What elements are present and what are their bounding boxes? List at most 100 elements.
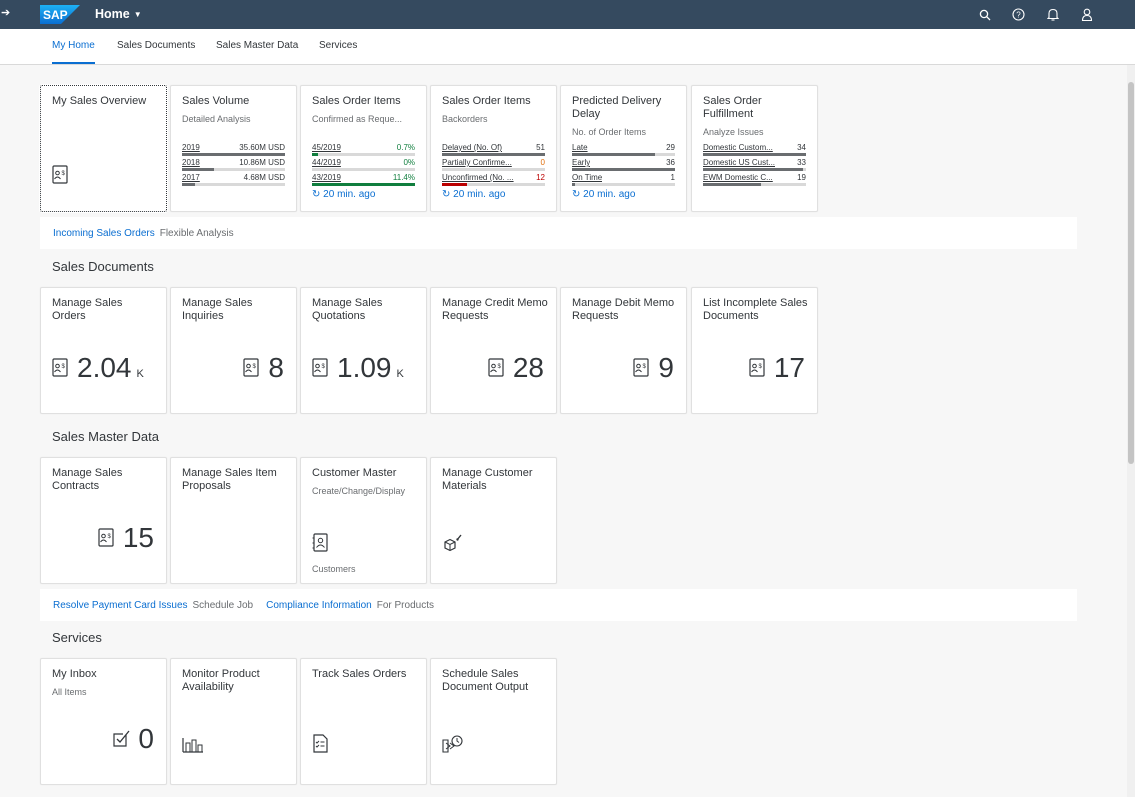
mouse-cursor-icon: ➔ [1, 7, 11, 19]
chart-row-value: 10.86M USD [239, 158, 285, 167]
kpi-value: 2.04 [77, 352, 132, 383]
tile-title: Track Sales Orders [312, 668, 407, 680]
tile-subtitle: Create/Change/Display [312, 486, 406, 496]
help-icon[interactable]: ? [1010, 6, 1027, 23]
tile-title: Predicted Delivery Delay [572, 95, 662, 120]
customer-materials-icon [444, 534, 462, 552]
chart-row-value: 35.60M USD [239, 143, 285, 152]
chart-row-value: 51 [536, 143, 545, 152]
sales-document-icon: $ [52, 358, 68, 377]
tab-sales-documents[interactable]: Sales Documents [117, 40, 195, 51]
tile-sales-order-items-confirmed[interactable]: Sales Order Items Confirmed as Reque... … [300, 85, 427, 212]
tile-title: Manage Sales Item Proposals [182, 467, 277, 492]
sales-document-icon: $ [749, 358, 765, 377]
chart-row-label: 2019 [182, 143, 200, 152]
chart-row-label: Partially Confirme... [442, 158, 512, 167]
tab-sales-master-data[interactable]: Sales Master Data [216, 40, 298, 51]
chart-row: 2018 10.86M USD [182, 158, 285, 173]
tile-sales-volume[interactable]: Sales Volume Detailed Analysis 2019 35.60… [170, 85, 297, 212]
tile-title: Customer Master [312, 467, 397, 479]
tile-manage-credit-memo-requests[interactable]: Manage Credit Memo Requests $ 28 [430, 287, 557, 414]
kpi: $ 2.04 K [52, 354, 144, 382]
chart-row: Partially Confirme... 0 [442, 158, 545, 173]
svg-text:$: $ [107, 534, 111, 540]
comparison-chart: Delayed (No. Of) 51 Partially Confirme... 0… [442, 143, 545, 188]
link-compliance-information[interactable]: Compliance Information [266, 600, 372, 611]
chart-row: Early 36 [572, 158, 675, 173]
chart-row-value: 4.68M USD [243, 173, 285, 182]
chart-row-bar [182, 168, 214, 171]
tile-manage-sales-item-proposals[interactable]: Manage Sales Item Proposals [170, 457, 297, 584]
chart-row-bar-track [703, 183, 806, 186]
chart-row: 43/2019 11.4% [312, 173, 415, 188]
home-menu-button[interactable]: Home ▼ [95, 7, 142, 21]
tile-title: Manage Sales Inquiries [182, 297, 253, 322]
kpi-value: 9 [658, 352, 674, 383]
chart-row-bar-track [703, 153, 806, 156]
tile-predicted-delivery-delay[interactable]: Predicted Delivery Delay No. of Order It… [560, 85, 687, 212]
chart-row-bar [312, 183, 415, 186]
tile-sales-order-items-backorders[interactable]: Sales Order Items Backorders Delayed (No… [430, 85, 557, 212]
section-title-sales-master-data: Sales Master Data [52, 429, 159, 444]
tile-title: Sales Order Items [442, 95, 531, 107]
svg-text:$: $ [62, 171, 66, 177]
tile-my-inbox[interactable]: My Inbox All Items 0 [40, 658, 167, 785]
refresh-status[interactable]: ↻ 20 min. ago [572, 189, 635, 200]
notification-icon[interactable] [1044, 6, 1061, 23]
sap-logo[interactable]: SAP [40, 5, 80, 24]
comparison-chart: Domestic Custom... 34 Domestic US Cust... 3… [703, 143, 806, 188]
link-strip: Incoming Sales Orders Flexible Analysis [40, 217, 1077, 249]
link-incoming-sales-orders[interactable]: Incoming Sales Orders [53, 228, 155, 239]
link-resolve-payment-card-issues[interactable]: Resolve Payment Card Issues [53, 600, 188, 611]
tile-monitor-product-availability[interactable]: Monitor Product Availability [170, 658, 297, 785]
chart-row-label: 44/2019 [312, 158, 341, 167]
tile-sales-order-fulfillment[interactable]: Sales Order Fulfillment Analyze Issues D… [691, 85, 818, 212]
tile-list-incomplete-sales-documents[interactable]: List Incomplete Sales Documents $ 17 [691, 287, 818, 414]
sales-document-icon: $ [243, 358, 260, 377]
chart-row-bar-track [572, 183, 675, 186]
sales-document-icon: $ [312, 358, 328, 377]
kpi-value: 15 [122, 522, 154, 553]
tile-footer: Customers [312, 564, 356, 574]
sales-document-icon: $ [633, 358, 650, 377]
tile-title: Manage Credit Memo Requests [442, 297, 548, 322]
tile-manage-sales-contracts[interactable]: Manage Sales Contracts $ 15 [40, 457, 167, 584]
refresh-status[interactable]: ↻ 20 min. ago [442, 189, 505, 200]
kpi-value: 28 [512, 352, 544, 383]
chart-row-bar-track [572, 168, 675, 171]
tab-services[interactable]: Services [319, 40, 357, 51]
tile-title: Manage Debit Memo Requests [572, 297, 675, 322]
shell-bar: ➔ SAP Home ▼ ? [0, 0, 1135, 29]
chart-row-value: 1 [670, 173, 675, 182]
tile-track-sales-orders[interactable]: Track Sales Orders [300, 658, 427, 785]
kpi: $ 9 [633, 354, 674, 382]
chart-row-label: Unconfirmed (No. ... [442, 173, 514, 182]
chart-row-bar [703, 183, 761, 186]
chart-row-label: Early [572, 158, 591, 167]
chart-row-bar-track [312, 183, 415, 186]
tile-manage-customer-materials[interactable]: Manage Customer Materials [430, 457, 557, 584]
tile-subtitle: Backorders [442, 114, 488, 124]
chart-row-value: 0 [540, 158, 545, 167]
tile-my-sales-overview[interactable]: My Sales Overview $ [39, 84, 168, 213]
tile-schedule-sales-document-output[interactable]: Schedule Sales Document Output [430, 658, 557, 785]
tile-manage-sales-orders[interactable]: Manage Sales Orders $ 2.04 K [40, 287, 167, 414]
chart-row: Unconfirmed (No. ... 12 [442, 173, 545, 188]
tile-title: Manage Customer Materials [442, 467, 533, 492]
chart-row: 2019 35.60M USD [182, 143, 285, 158]
refresh-status[interactable]: ↻ 20 min. ago [312, 189, 375, 200]
kpi-value: 8 [268, 352, 284, 383]
kpi-value: 1.09 [337, 352, 392, 383]
tile-customer-master[interactable]: Customer Master Create/Change/Display Cu… [300, 457, 427, 584]
chart-row-bar-track [312, 153, 415, 156]
tab-my-home[interactable]: My Home [52, 40, 95, 64]
tile-manage-sales-quotations[interactable]: Manage Sales Quotations $ 1.09 K [300, 287, 427, 414]
tile-manage-sales-inquiries[interactable]: Manage Sales Inquiries $ 8 [170, 287, 297, 414]
chart-row-value: 33 [797, 158, 806, 167]
svg-text:$: $ [322, 364, 326, 370]
user-icon[interactable] [1078, 6, 1095, 23]
tile-manage-debit-memo-requests[interactable]: Manage Debit Memo Requests $ 9 [560, 287, 687, 414]
search-icon[interactable] [976, 6, 993, 23]
chart-row-value: 36 [666, 158, 675, 167]
scrollbar-thumb[interactable] [1128, 82, 1134, 464]
